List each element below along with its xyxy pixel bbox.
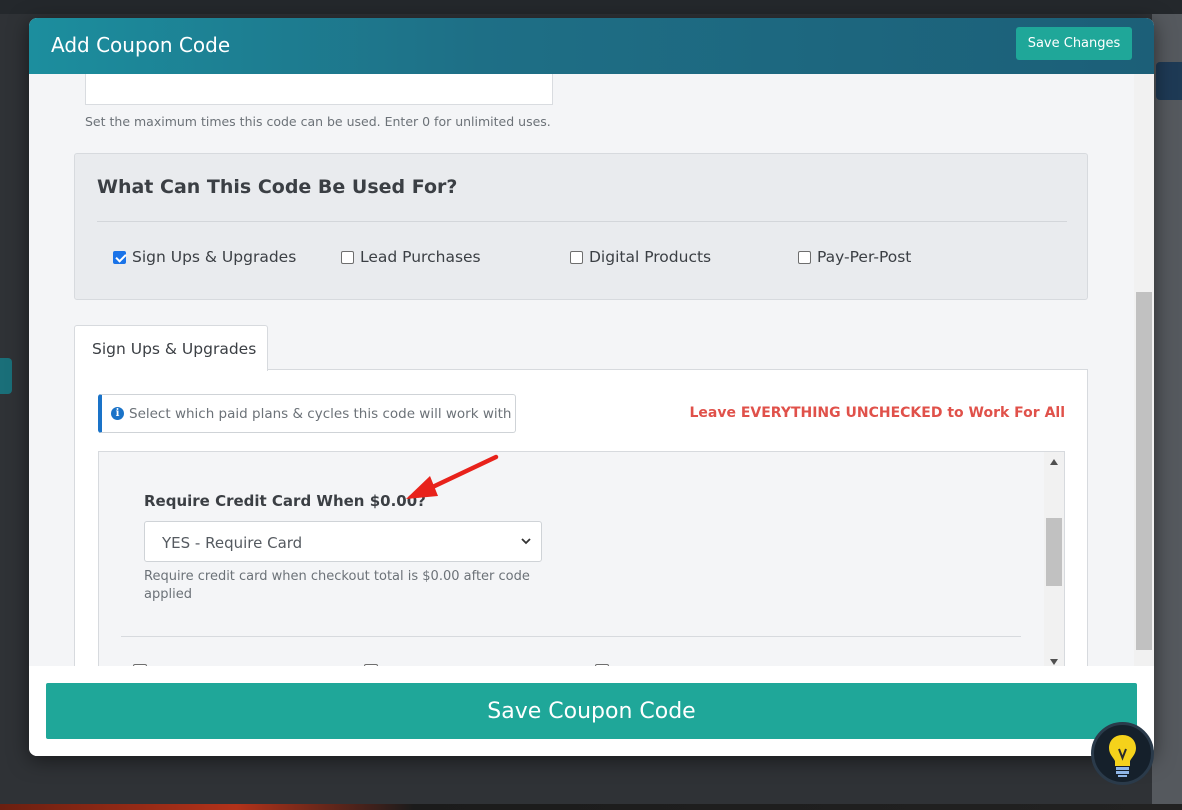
require-card-help-text: Require credit card when checkout total … — [144, 569, 530, 602]
signups-tab-panel: i Select which paid plans & cycles this … — [74, 369, 1088, 666]
usage-option-leads[interactable]: Lead Purchases — [341, 248, 481, 266]
annotation-arrow-icon — [406, 454, 499, 499]
plans-warning-text: Leave EVERYTHING UNCHECKED to Work For A… — [689, 405, 1065, 421]
add-coupon-modal: Add Coupon Code Save Changes Set the max… — [29, 18, 1154, 756]
divider — [121, 636, 1021, 637]
usage-option-signups[interactable]: Sign Ups & Upgrades — [113, 248, 296, 266]
digital-checkbox[interactable] — [570, 250, 583, 264]
usage-title: What Can This Code Be Used For? — [97, 176, 458, 198]
max-uses-input[interactable] — [85, 74, 553, 105]
help-button[interactable] — [1091, 722, 1154, 785]
modal-body[interactable]: Set the maximum times this code can be u… — [29, 74, 1154, 666]
require-card-label: Require Credit Card When $0.00? — [144, 492, 426, 510]
scroll-up-arrow-icon[interactable] — [1050, 459, 1058, 465]
info-circle-icon: i — [111, 407, 124, 420]
tab-signups-upgrades[interactable]: Sign Ups & Upgrades — [74, 325, 268, 371]
modal-title: Add Coupon Code — [51, 33, 231, 57]
usage-option-label: Pay-Per-Post — [817, 248, 912, 266]
plans-scroll-box[interactable]: Require Credit Card When $0.00? YES - Re… — [98, 451, 1065, 666]
background-button — [1156, 62, 1182, 100]
modal-footer: Save Coupon Code — [29, 666, 1154, 756]
usage-option-digital[interactable]: Digital Products — [570, 248, 711, 266]
plans-info-box: i Select which paid plans & cycles this … — [98, 394, 516, 433]
usage-option-label: Lead Purchases — [360, 248, 481, 266]
scroll-down-arrow-icon[interactable] — [1050, 659, 1058, 665]
plans-info-text: Select which paid plans & cycles this co… — [129, 406, 512, 422]
background-right-panel — [1152, 14, 1182, 810]
modal-scrollbar-thumb[interactable] — [1136, 292, 1152, 650]
plans-scrollbar-thumb[interactable] — [1046, 518, 1062, 586]
background-side-tab — [0, 358, 12, 394]
lightbulb-icon — [1109, 735, 1136, 777]
save-coupon-button[interactable]: Save Coupon Code — [46, 683, 1137, 739]
usage-option-label: Sign Ups & Upgrades — [132, 248, 297, 266]
leads-checkbox[interactable] — [341, 250, 354, 264]
save-changes-button[interactable]: Save Changes — [1016, 27, 1132, 60]
require-card-select[interactable]: YES - Require Card — [144, 521, 542, 562]
tab-label: Sign Ups & Upgrades — [92, 340, 257, 358]
background-topbar — [0, 0, 1182, 14]
max-uses-help-text: Set the maximum times this code can be u… — [85, 114, 551, 129]
chevron-down-icon — [521, 538, 531, 545]
modal-header: Add Coupon Code Save Changes — [29, 18, 1154, 74]
usage-option-label: Digital Products — [589, 248, 712, 266]
usage-panel: What Can This Code Be Used For? Sign Ups… — [74, 153, 1088, 300]
background-footer-strip — [0, 804, 1182, 810]
divider — [97, 221, 1067, 222]
usage-option-ppp[interactable]: Pay-Per-Post — [798, 248, 911, 266]
pay-per-post-checkbox[interactable] — [798, 250, 811, 264]
require-card-selected-value: YES - Require Card — [162, 534, 303, 552]
signups-checkbox[interactable] — [113, 250, 126, 264]
